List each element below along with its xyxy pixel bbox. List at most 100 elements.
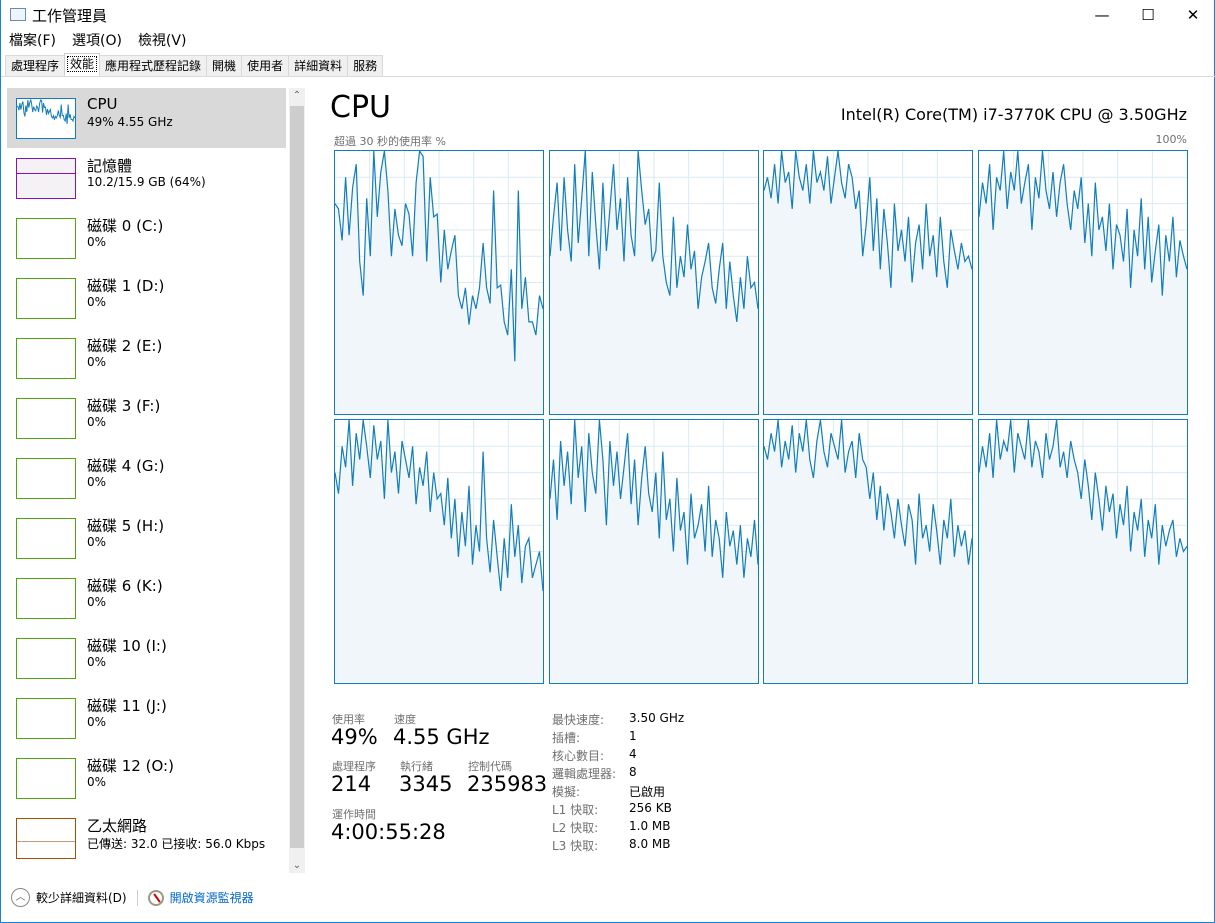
core-graph-0 <box>334 150 544 415</box>
sidebar-item[interactable]: 記憶體 10.2/15.9 GB (64%) <box>7 148 286 208</box>
chevron-up-icon[interactable]: ︿ <box>11 888 30 907</box>
core-graph-4 <box>334 419 544 684</box>
tab-app-history[interactable]: 應用程式歷程記錄 <box>99 55 208 76</box>
spec-value: 256 KB <box>629 801 672 815</box>
sidebar-item-title: CPU <box>87 95 118 113</box>
speed-value: 4.55 GHz <box>393 725 490 749</box>
sidebar-item-title: 磁碟 0 (C:) <box>87 217 164 235</box>
open-resource-monitor-link[interactable]: 開啟資源監視器 <box>170 889 254 906</box>
sidebar-item-subtitle: 0% <box>87 715 107 729</box>
task-manager-icon <box>10 8 26 21</box>
scrollbar-thumb[interactable] <box>290 106 304 848</box>
window-title: 工作管理員 <box>32 7 108 25</box>
core-graph-2 <box>763 150 974 415</box>
sidebar-thumbnail-graph <box>16 638 76 679</box>
spec-value: 8 <box>629 765 637 779</box>
spec-value: 1.0 MB <box>629 819 671 833</box>
core-graph-6 <box>763 419 974 684</box>
sidebar-thumbnail-graph <box>16 758 76 799</box>
usage-value: 49% <box>331 725 378 749</box>
sidebar-scrollbar[interactable]: ⌃ ⌄ <box>289 88 305 873</box>
footer: ︿ 較少詳細資料(D) 開啟資源監視器 <box>11 888 254 907</box>
handles-value: 235983 <box>467 772 548 796</box>
sidebar-item-title: 記憶體 <box>87 157 133 175</box>
spec-label: L1 快取: <box>552 803 599 817</box>
core-graph-3 <box>978 150 1189 415</box>
tab-processes[interactable]: 處理程序 <box>5 55 66 76</box>
sidebar-item-subtitle: 已傳送: 32.0 已接收: 56.0 Kbps <box>87 837 266 851</box>
sidebar-item[interactable]: 磁碟 12 (O:) 0% <box>7 748 286 808</box>
sidebar-thumbnail-graph <box>16 818 76 859</box>
spec-label: 核心數目: <box>552 749 605 763</box>
tab-users[interactable]: 使用者 <box>241 55 290 76</box>
spec-label: 最快速度: <box>552 713 605 727</box>
menu-options[interactable]: 選項(O) <box>64 30 130 52</box>
sidebar-item[interactable]: 磁碟 6 (K:) 0% <box>7 568 286 628</box>
tab-performance[interactable]: 效能 <box>64 53 101 75</box>
graph-max-label: 100% <box>1155 133 1187 146</box>
tab-services[interactable]: 服務 <box>347 55 384 76</box>
spec-label: 邏輯處理器: <box>552 767 617 781</box>
sidebar-item[interactable]: 磁碟 3 (F:) 0% <box>7 388 286 448</box>
spec-value: 8.0 MB <box>629 837 671 851</box>
graph-label: 超過 30 秒的使用率 % <box>334 135 446 148</box>
sidebar-item-subtitle: 0% <box>87 355 107 369</box>
sidebar-item-title: 磁碟 11 (J:) <box>87 697 167 715</box>
title-bar: 工作管理員 — ☐ ✕ <box>1 0 1215 30</box>
close-button[interactable]: ✕ <box>1170 0 1215 30</box>
menu-view[interactable]: 檢視(V) <box>130 30 195 52</box>
sidebar-thumbnail-graph <box>16 518 76 559</box>
sidebar-item[interactable]: 磁碟 1 (D:) 0% <box>7 268 286 328</box>
minimize-button[interactable]: — <box>1079 0 1125 30</box>
sidebar-item-subtitle: 0% <box>87 595 107 609</box>
scroll-down-icon[interactable]: ⌄ <box>289 860 305 871</box>
sidebar-thumbnail-graph <box>16 218 76 259</box>
scroll-up-icon[interactable]: ⌃ <box>289 90 305 101</box>
sidebar-item-title: 磁碟 4 (G:) <box>87 457 165 475</box>
fewer-details-button[interactable]: 較少詳細資料(D) <box>36 889 127 906</box>
sidebar-item-title: 磁碟 10 (I:) <box>87 637 167 655</box>
threads-value: 3345 <box>399 772 453 796</box>
sidebar-item[interactable]: 磁碟 0 (C:) 0% <box>7 208 286 268</box>
sidebar-item[interactable]: 磁碟 10 (I:) 0% <box>7 628 286 688</box>
cpu-model: Intel(R) Core(TM) i7-3770K CPU @ 3.50GHz <box>840 105 1187 124</box>
processes-value: 214 <box>331 772 372 796</box>
sidebar-item-title: 磁碟 1 (D:) <box>87 277 165 295</box>
thumbnail-line <box>17 99 75 125</box>
sidebar-thumbnail-graph <box>16 278 76 319</box>
divider <box>1 76 1215 77</box>
task-manager-window: 工作管理員 — ☐ ✕ 檔案(F) 選項(O) 檢視(V) 處理程序 效能 應用… <box>0 0 1215 923</box>
sidebar-item-title: 磁碟 12 (O:) <box>87 757 174 775</box>
tab-bar: 處理程序 效能 應用程式歷程記錄 開機 使用者 詳細資料 服務 <box>5 53 384 76</box>
sidebar-item[interactable]: 乙太網路 已傳送: 32.0 已接收: 56.0 Kbps <box>7 808 286 868</box>
maximize-button[interactable]: ☐ <box>1125 0 1171 30</box>
sidebar-item-title: 磁碟 5 (H:) <box>87 517 165 535</box>
tab-startup[interactable]: 開機 <box>206 55 243 76</box>
resource-list: CPU 49% 4.55 GHz 記憶體 10.2/15.9 GB (64%) 磁碟 0… <box>7 88 286 873</box>
sidebar-item-subtitle: 0% <box>87 535 107 549</box>
sidebar-item-subtitle: 0% <box>87 775 107 789</box>
spec-label: 模擬: <box>552 785 581 799</box>
core-graph-5 <box>548 419 759 684</box>
sidebar-thumbnail-graph <box>16 158 76 199</box>
spec-label: L2 快取: <box>552 821 599 835</box>
sidebar-item-subtitle: 10.2/15.9 GB (64%) <box>87 175 206 189</box>
sidebar-thumbnail-graph <box>16 98 76 139</box>
sidebar-item[interactable]: 磁碟 5 (H:) 0% <box>7 508 286 568</box>
spec-value: 已啟用 <box>629 785 666 799</box>
sidebar-thumbnail-graph <box>16 458 76 499</box>
sidebar-item-title: 磁碟 6 (K:) <box>87 577 163 595</box>
sidebar-item-subtitle: 0% <box>87 235 107 249</box>
sidebar-item[interactable]: CPU 49% 4.55 GHz <box>7 88 286 148</box>
sidebar-item[interactable]: 磁碟 11 (J:) 0% <box>7 688 286 748</box>
divider <box>136 889 138 906</box>
sidebar-item[interactable]: 磁碟 4 (G:) 0% <box>7 448 286 508</box>
menu-file[interactable]: 檔案(F) <box>1 30 64 52</box>
sidebar-thumbnail-graph <box>16 338 76 379</box>
tab-details[interactable]: 詳細資料 <box>288 55 349 76</box>
page-title: CPU <box>330 90 391 125</box>
sidebar-item[interactable]: 磁碟 2 (E:) 0% <box>7 328 286 388</box>
core-graph-1 <box>548 150 759 415</box>
sidebar-item-subtitle: 0% <box>87 295 107 309</box>
sidebar-item-subtitle: 0% <box>87 415 107 429</box>
